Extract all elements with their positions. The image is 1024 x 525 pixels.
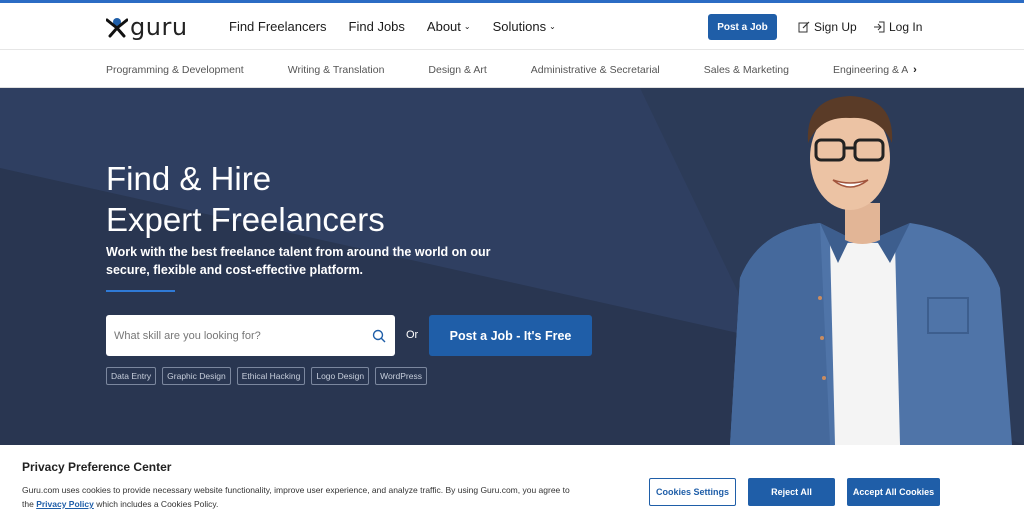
accept-all-cookies-button[interactable]: Accept All Cookies — [847, 478, 940, 506]
category-list: Programming & Development Writing & Tran… — [106, 51, 908, 88]
category-item[interactable]: Design & Art — [428, 64, 486, 76]
skill-search-input[interactable] — [114, 315, 364, 356]
hero-person-image — [730, 96, 1012, 445]
skill-tag[interactable]: Data Entry — [106, 367, 157, 385]
privacy-text: Guru.com uses cookies to provide necessa… — [22, 483, 572, 511]
post-job-free-button[interactable]: Post a Job - It's Free — [429, 315, 592, 356]
category-item[interactable]: Sales & Marketing — [704, 64, 789, 76]
guru-logo-icon — [106, 18, 128, 38]
sign-up-link[interactable]: Sign Up — [798, 20, 857, 34]
category-item[interactable]: Programming & Development — [106, 64, 244, 76]
search-icon[interactable] — [372, 329, 386, 343]
skill-tag[interactable]: Logo Design — [311, 367, 370, 385]
log-in-link[interactable]: Log In — [873, 20, 922, 34]
skill-tag[interactable]: WordPress — [375, 367, 427, 385]
nav-solutions[interactable]: Solutions ⌄ — [493, 19, 556, 34]
site-header: guru Find Freelancers Find Jobs About ⌄ S… — [0, 3, 1024, 50]
hero-subtitle: Work with the best freelance talent from… — [106, 245, 491, 277]
skill-search-box — [106, 315, 395, 356]
edit-icon — [798, 21, 810, 33]
hero-title: Find & Hire Expert Freelancers — [106, 158, 385, 240]
category-item[interactable]: Engineering & Architecture — [833, 64, 908, 76]
nav-label: Find Jobs — [348, 19, 405, 34]
category-bar: Programming & Development Writing & Tran… — [0, 51, 1024, 88]
chevron-right-icon[interactable]: › — [908, 59, 922, 81]
cookies-settings-button[interactable]: Cookies Settings — [649, 478, 736, 506]
hero-title-line: Expert Freelancers — [106, 201, 385, 238]
popular-skill-tags: Data Entry Graphic Design Ethical Hackin… — [106, 367, 433, 385]
post-job-button[interactable]: Post a Job — [708, 14, 777, 40]
nav-label: About — [426, 19, 461, 34]
nav-about[interactable]: About ⌄ — [427, 19, 471, 34]
skill-tag[interactable]: Ethical Hacking — [236, 367, 306, 385]
category-item[interactable]: Administrative & Secretarial — [531, 64, 660, 76]
skill-tag[interactable]: Graphic Design — [162, 367, 231, 385]
nav-label: Find Freelancers — [229, 19, 327, 34]
main-nav: Find Freelancers Find Jobs About ⌄ Soluti… — [229, 3, 578, 50]
category-item[interactable]: Writing & Translation — [288, 64, 385, 76]
logo-text: guru — [130, 13, 188, 41]
sign-up-label: Sign Up — [814, 20, 857, 34]
nav-label: Solutions — [492, 19, 547, 34]
login-icon — [874, 21, 885, 33]
reject-all-button[interactable]: Reject All — [748, 478, 835, 506]
privacy-banner: Privacy Preference Center Guru.com uses … — [0, 445, 1024, 525]
hero-title-line: Find & Hire — [106, 160, 272, 197]
hero-section: Find & Hire Expert Freelancers Work with… — [0, 88, 1024, 445]
log-in-label: Log In — [889, 20, 923, 34]
privacy-text-end: which includes a Cookies Policy. — [93, 499, 219, 509]
chevron-down-icon: ⌄ — [549, 22, 556, 31]
or-label: Or — [406, 329, 419, 341]
chevron-down-icon: ⌄ — [463, 22, 471, 31]
privacy-title: Privacy Preference Center — [22, 460, 172, 474]
nav-find-jobs[interactable]: Find Jobs — [349, 19, 405, 34]
hero-divider — [106, 290, 175, 292]
guru-logo[interactable]: guru — [106, 15, 188, 39]
nav-find-freelancers[interactable]: Find Freelancers — [229, 19, 327, 34]
privacy-policy-link[interactable]: Privacy Policy — [36, 499, 94, 509]
